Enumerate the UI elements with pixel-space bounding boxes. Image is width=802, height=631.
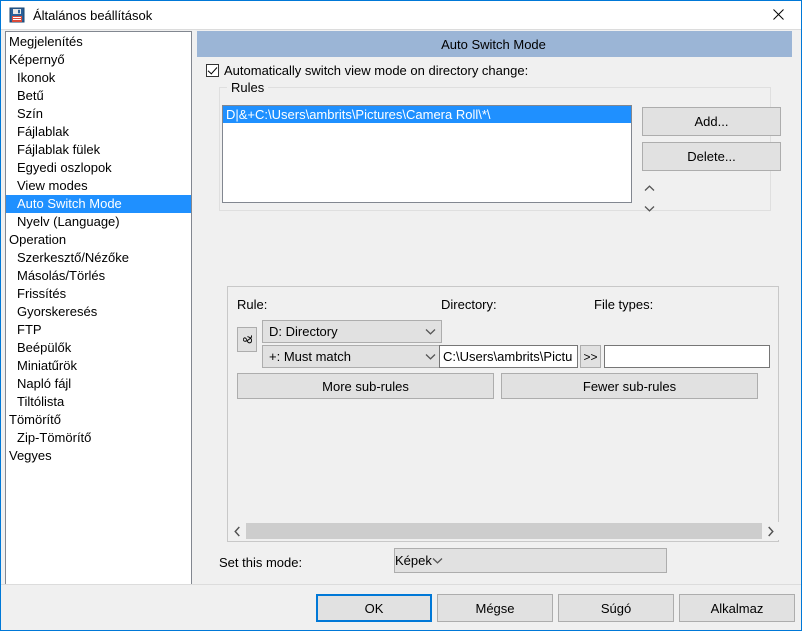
sidebar-item-sz-n[interactable]: Szín: [6, 105, 191, 123]
sidebar-item-vegyes[interactable]: Vegyes: [6, 447, 191, 465]
cancel-button[interactable]: Mégse: [437, 594, 553, 622]
sidebar-item-label: Képernyő: [9, 52, 65, 67]
rule-editor-horizontal-scrollbar[interactable]: [229, 522, 779, 540]
sidebar-item-label: Beépülők: [17, 340, 72, 355]
title-bar: Általános beállítások: [1, 1, 801, 30]
rules-group-legend: Rules: [227, 80, 269, 95]
sidebar-item-label: Zip-Tömörítő: [17, 430, 92, 445]
chevron-down-icon: [432, 557, 443, 564]
window-title: Általános beállítások: [33, 7, 153, 23]
set-mode-label: Set this mode:: [219, 555, 303, 570]
sidebar-item-label: Betű: [17, 88, 44, 103]
chevron-down-icon: [419, 353, 441, 360]
sidebar-item-bet[interactable]: Betű: [6, 87, 191, 105]
directory-browse-button[interactable]: >>: [580, 345, 601, 368]
sidebar-item-be-p-l-k[interactable]: Beépülők: [6, 339, 191, 357]
sidebar-item-label: Fájlablak: [17, 124, 70, 139]
sidebar-item-label: Frissítés: [17, 286, 67, 301]
sidebar-item-label: Ikonok: [17, 70, 56, 85]
help-button[interactable]: Súgó: [558, 594, 674, 622]
directory-label: Directory:: [441, 297, 497, 312]
sidebar-item-label: Napló fájl: [17, 376, 72, 391]
sidebar-item-label: Gyorskeresés: [17, 304, 98, 319]
sidebar-item-tilt-lista[interactable]: Tiltólista: [6, 393, 191, 411]
more-sub-rules-button[interactable]: More sub-rules: [237, 373, 494, 399]
sidebar-item-ikonok[interactable]: Ikonok: [6, 69, 191, 87]
chevron-down-icon: [419, 328, 441, 335]
sidebar-item-szerkeszt-n-z-ke[interactable]: Szerkesztő/Nézőke: [6, 249, 191, 267]
apply-button[interactable]: Alkalmaz: [679, 594, 795, 622]
rule-label: Rule:: [237, 297, 268, 312]
directory-input[interactable]: C:\Users\ambrits\Pictu: [439, 345, 578, 368]
save-floppy-icon: [9, 7, 25, 23]
sidebar-item-f-jlablak-f-lek[interactable]: Fájlablak fülek: [6, 141, 191, 159]
file-types-input[interactable]: [604, 345, 770, 368]
page-title: Auto Switch Mode: [197, 31, 792, 57]
sidebar-item-k-perny[interactable]: Képernyő: [6, 51, 191, 69]
set-mode-value: Képek: [395, 553, 432, 568]
rule-editor-panel: Rule: Directory: File types: & D: Direct…: [227, 286, 779, 542]
sidebar-item-gyorskeres-s[interactable]: Gyorskeresés: [6, 303, 191, 321]
rule-type-value: D: Directory: [269, 324, 338, 339]
sidebar-item-m-sol-s-t-rl-s[interactable]: Másolás/Törlés: [6, 267, 191, 285]
sidebar-item-miniat-r-k[interactable]: Miniatűrök: [6, 357, 191, 375]
rule-type-select[interactable]: D: Directory: [262, 320, 442, 343]
dialog-button-bar: OK Mégse Súgó Alkalmaz: [1, 584, 801, 630]
sidebar-item-label: Fájlablak fülek: [17, 142, 101, 157]
sidebar-item-label: Tiltólista: [17, 394, 65, 409]
add-rule-button[interactable]: Add...: [642, 107, 781, 136]
sidebar-item-zip-t-m-r-t[interactable]: Zip-Tömörítő: [6, 429, 191, 447]
rules-list-box[interactable]: D|&+C:\Users\ambrits\Pictures\Camera Rol…: [222, 105, 632, 203]
match-type-value: +: Must match: [269, 349, 351, 364]
sidebar-item-label: View modes: [17, 178, 88, 193]
and-operator-label: &: [239, 335, 255, 344]
sidebar-item-label: FTP: [17, 322, 42, 337]
sidebar-item-label: Másolás/Törlés: [17, 268, 106, 283]
sidebar-item-view-modes[interactable]: View modes: [6, 177, 191, 195]
sidebar-item-auto-switch-mode[interactable]: Auto Switch Mode: [6, 195, 191, 213]
sidebar-item-f-jlablak[interactable]: Fájlablak: [6, 123, 191, 141]
chevron-right-icon[interactable]: [762, 522, 779, 540]
set-mode-select[interactable]: Képek: [394, 548, 667, 573]
auto-switch-checkbox-row[interactable]: Automatically switch view mode on direct…: [206, 63, 528, 78]
chevron-down-icon[interactable]: [640, 201, 658, 215]
sidebar-item-label: Egyedi oszlopok: [17, 160, 112, 175]
ok-button[interactable]: OK: [316, 594, 432, 622]
sidebar-item-label: Auto Switch Mode: [17, 196, 122, 211]
sidebar-item-egyedi-oszlopok[interactable]: Egyedi oszlopok: [6, 159, 191, 177]
rules-list-item[interactable]: D|&+C:\Users\ambrits\Pictures\Camera Rol…: [223, 106, 631, 123]
auto-switch-checkbox-label: Automatically switch view mode on direct…: [224, 63, 529, 78]
settings-content-pane: Auto Switch Mode Automatically switch vi…: [197, 31, 797, 601]
sidebar-item-ftp[interactable]: FTP: [6, 321, 191, 339]
fewer-sub-rules-button[interactable]: Fewer sub-rules: [501, 373, 758, 399]
chevron-left-icon[interactable]: [229, 522, 246, 540]
sidebar-item-t-m-r-t[interactable]: Tömörítő: [6, 411, 191, 429]
sidebar-item-megjelen-t-s[interactable]: Megjelenítés: [6, 33, 191, 51]
chevron-up-icon[interactable]: [640, 181, 658, 195]
sidebar-item-nyelv-language[interactable]: Nyelv (Language): [6, 213, 191, 231]
match-type-select[interactable]: +: Must match: [262, 345, 442, 368]
sidebar-item-label: Szín: [17, 106, 44, 121]
sidebar-item-label: Megjelenítés: [9, 34, 83, 49]
sidebar-item-label: Nyelv (Language): [17, 214, 120, 229]
delete-rule-button[interactable]: Delete...: [642, 142, 781, 171]
settings-dialog-window: Általános beállítások Megjelenítés Képern…: [0, 0, 802, 631]
sidebar-item-label: Miniatűrök: [17, 358, 77, 373]
sidebar-item-napl-f-jl[interactable]: Napló fájl: [6, 375, 191, 393]
close-icon[interactable]: [755, 1, 801, 28]
settings-category-list[interactable]: Megjelenítés Képernyő Ikonok Betű Szín Fájlab…: [5, 31, 192, 601]
sidebar-item-operation[interactable]: Operation: [6, 231, 191, 249]
sidebar-item-label: Szerkesztő/Nézőke: [17, 250, 129, 265]
sidebar-item-label: Tömörítő: [9, 412, 62, 427]
sidebar-item-label: Vegyes: [9, 448, 52, 463]
file-types-label: File types:: [594, 297, 654, 312]
auto-switch-checkbox[interactable]: [206, 64, 219, 77]
and-operator-button[interactable]: &: [237, 327, 257, 352]
scrollbar-thumb[interactable]: [246, 523, 762, 539]
sidebar-item-friss-t-s[interactable]: Frissítés: [6, 285, 191, 303]
sidebar-item-label: Operation: [9, 232, 67, 247]
